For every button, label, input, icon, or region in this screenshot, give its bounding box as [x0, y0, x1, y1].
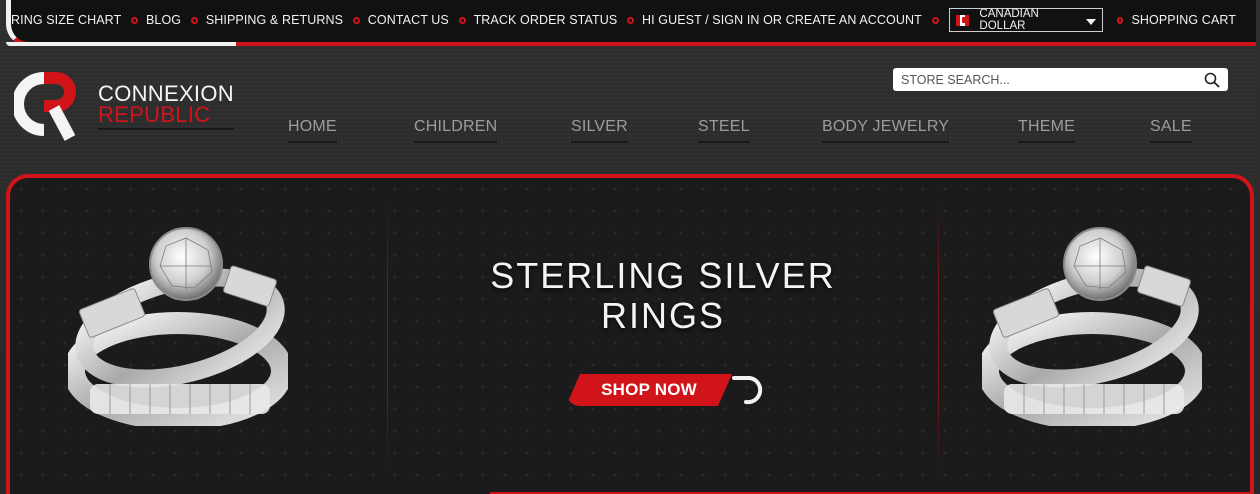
- store-search: [893, 68, 1228, 91]
- shop-now-button[interactable]: SHOP NOW: [566, 374, 768, 406]
- main-nav: HOME CHILDREN SILVER STEEL BODY JEWELRY …: [0, 118, 1260, 148]
- search-icon[interactable]: [1204, 72, 1220, 88]
- hero-title-line-1: STERLING SILVER: [490, 255, 836, 296]
- shopping-cart-link[interactable]: SHOPPING CART: [1131, 13, 1236, 27]
- separator-dot: [931, 16, 939, 24]
- nav-body-jewelry[interactable]: BODY JEWELRY: [822, 118, 950, 143]
- hero-banner[interactable]: STERLING SILVER RINGS SHOP NOW: [6, 174, 1254, 494]
- hero-title: STERLING SILVER RINGS: [388, 256, 938, 336]
- search-input[interactable]: [901, 72, 1204, 87]
- nav-home[interactable]: HOME: [288, 118, 337, 143]
- ring-image-right: [982, 227, 1202, 426]
- hero-divider: [938, 200, 939, 474]
- top-bar-accent: [6, 42, 236, 46]
- separator-dot: [191, 16, 198, 24]
- separator-dot: [353, 16, 360, 24]
- nav-silver[interactable]: SILVER: [571, 118, 628, 143]
- separator-dot: [627, 16, 634, 24]
- sign-in-link[interactable]: HI GUEST / SIGN IN OR CREATE AN ACCOUNT: [642, 13, 922, 27]
- contact-us-link[interactable]: CONTACT US: [368, 13, 449, 27]
- nav-sale[interactable]: SALE: [1150, 118, 1192, 143]
- ring-image-left: [68, 227, 288, 426]
- top-bar: RING SIZE CHART BLOG SHIPPING & RETURNS …: [6, 0, 1256, 46]
- hook-icon: [732, 376, 763, 405]
- hero-divider: [387, 200, 388, 474]
- currency-label: CANADIAN DOLLAR: [979, 8, 1039, 32]
- track-order-link[interactable]: TRACK ORDER STATUS: [474, 13, 618, 27]
- ring-size-chart-link[interactable]: RING SIZE CHART: [11, 13, 121, 27]
- currency-selector[interactable]: CANADIAN DOLLAR: [948, 8, 1103, 32]
- hero-title-line-2: RINGS: [600, 295, 725, 336]
- nav-children[interactable]: CHILDREN: [414, 118, 498, 143]
- canada-flag-icon: [955, 14, 970, 26]
- nav-theme[interactable]: THEME: [1018, 118, 1075, 143]
- chevron-down-icon: [1085, 18, 1096, 25]
- separator-dot: [458, 16, 466, 24]
- logo-line-1: CONNEXION: [98, 80, 234, 106]
- separator-dot: [1116, 16, 1124, 24]
- shop-now-label: SHOP NOW: [566, 374, 732, 406]
- nav-steel[interactable]: STEEL: [698, 118, 750, 143]
- shipping-returns-link[interactable]: SHIPPING & RETURNS: [206, 13, 343, 27]
- top-links: RING SIZE CHART BLOG SHIPPING & RETURNS …: [11, 0, 1236, 41]
- separator-dot: [131, 16, 138, 24]
- blog-link[interactable]: BLOG: [146, 13, 181, 27]
